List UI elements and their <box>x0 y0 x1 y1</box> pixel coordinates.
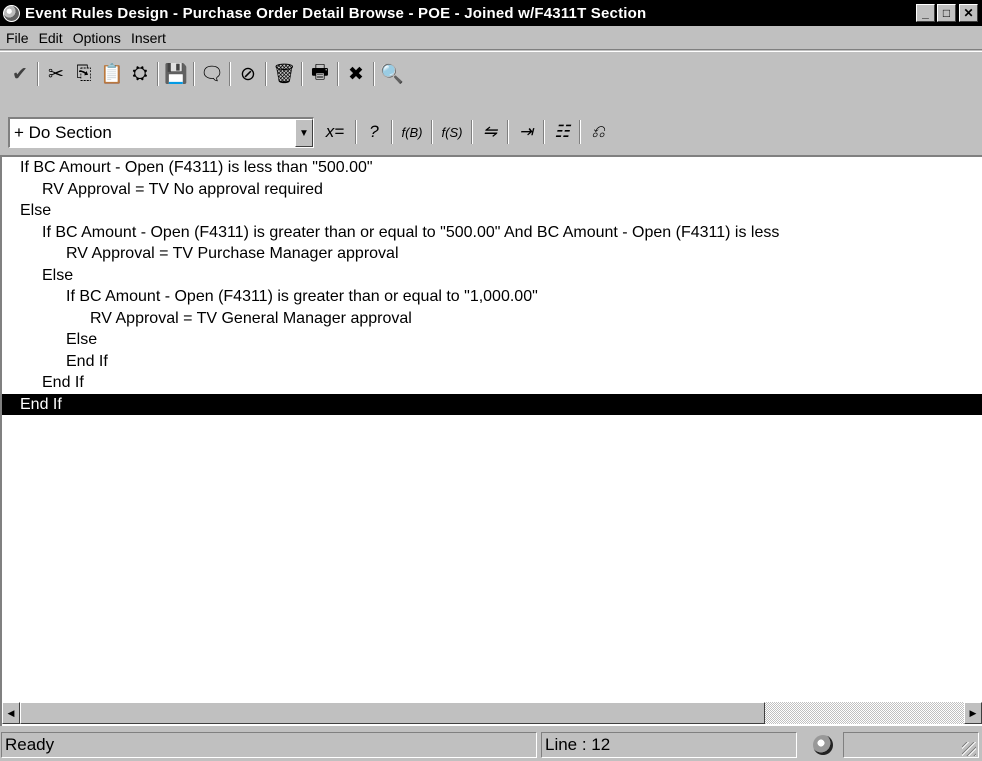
code-line[interactable]: End If <box>2 351 982 373</box>
resize-grip-icon[interactable] <box>962 742 976 756</box>
code-line[interactable]: End If <box>2 372 982 394</box>
toolbar-separator <box>543 120 545 144</box>
window-title: Event Rules Design - Purchase Order Deta… <box>25 4 647 22</box>
app-icon[interactable] <box>3 4 20 22</box>
toolbar-separator <box>301 62 303 86</box>
code-line[interactable]: RV Approval = TV General Manager approva… <box>2 308 982 330</box>
toolbar-row-2: x= ? f(B) f(S) ⇋ ⇥ ☷ ⎌ <box>318 117 612 147</box>
save-icon[interactable]: 💾 <box>162 60 190 88</box>
toolbar-separator <box>229 62 231 86</box>
cut-icon[interactable]: ✂ <box>42 60 70 88</box>
code-line[interactable]: If BC Amount - Open (F4311) is greater t… <box>2 286 982 308</box>
print-preview-icon[interactable]: 🔍 <box>378 60 406 88</box>
code-line[interactable]: If BC Amount - Open (F4311) is greater t… <box>2 222 982 244</box>
title-bar: Event Rules Design - Purchase Order Deta… <box>0 0 982 26</box>
variables-icon[interactable]: ☷ <box>548 118 576 146</box>
code-line[interactable]: RV Approval = TV Purchase Manager approv… <box>2 243 982 265</box>
menu-edit[interactable]: Edit <box>34 30 68 46</box>
maximize-button[interactable]: □ <box>937 4 956 22</box>
chevron-down-icon[interactable]: ▼ <box>295 119 313 147</box>
close-button[interactable]: ✕ <box>959 4 978 22</box>
toolbar-separator <box>193 62 195 86</box>
paste-icon[interactable]: 📋 <box>98 60 126 88</box>
assignment-icon[interactable]: x= <box>318 118 352 146</box>
toolbar-row-1: ✔ ✂ ⎘ 📋 ⛭ 💾 🗨 ⊘ 🗑 🖶 ✖ 🔍 <box>0 54 406 94</box>
toolbar-separator <box>337 62 339 86</box>
code-line[interactable]: Else <box>2 265 982 287</box>
form-interconnect-icon[interactable]: ⇋ <box>476 118 504 146</box>
toolbar-separator <box>373 62 375 86</box>
menu-file[interactable]: File <box>0 30 34 46</box>
code-line[interactable]: Else <box>2 200 982 222</box>
else-icon[interactable]: ⇥ <box>512 118 540 146</box>
scroll-left-icon[interactable]: ◀ <box>2 702 20 724</box>
status-bar: Ready Line : 12 <box>0 729 982 761</box>
toolbar-separator <box>507 120 509 144</box>
checkmark-icon[interactable]: ✔ <box>6 60 34 88</box>
scroll-track[interactable] <box>765 702 964 724</box>
status-pane-empty <box>843 732 979 758</box>
menu-insert[interactable]: Insert <box>126 30 171 46</box>
main-toolbar: ✔ ✂ ⎘ 📋 ⛭ 💾 🗨 ⊘ 🗑 🖶 ✖ 🔍 <box>0 51 982 109</box>
minimize-button[interactable]: _ <box>916 4 935 22</box>
window-controls: _ □ ✕ <box>916 4 978 22</box>
menu-options[interactable]: Options <box>68 30 126 46</box>
section-selector[interactable]: + Do Section ▼ <box>8 117 314 148</box>
globe-icon <box>801 732 841 758</box>
toolbar-separator <box>391 120 393 144</box>
business-function-icon[interactable]: f(B) <box>396 118 428 146</box>
code-line[interactable]: If BC Amourt - Open (F4311) is less than… <box>2 157 982 179</box>
delete-icon[interactable]: 🗑 <box>270 60 298 88</box>
line-indicator: Line : 12 <box>541 732 797 758</box>
toolbar-separator <box>157 62 159 86</box>
toolbar-separator <box>355 120 357 144</box>
system-function-icon[interactable]: f(S) <box>436 118 468 146</box>
section-selector-value: + Do Section <box>14 123 112 142</box>
toolbar-separator <box>471 120 473 144</box>
toolbar-separator <box>265 62 267 86</box>
toolbar-separator <box>37 62 39 86</box>
copy-icon[interactable]: ⎘ <box>70 60 98 88</box>
cancel-icon[interactable]: ✖ <box>342 60 370 88</box>
comment-icon[interactable]: 🗨 <box>198 60 226 88</box>
toolbar-separator <box>431 120 433 144</box>
horizontal-scrollbar[interactable]: ◀ ▶ <box>0 700 982 726</box>
print-icon[interactable]: 🖶 <box>306 60 334 88</box>
if-while-icon[interactable]: ? <box>360 118 388 146</box>
disable-icon[interactable]: ⊘ <box>234 60 262 88</box>
paste-special-icon[interactable]: ⛭ <box>126 60 154 88</box>
scroll-right-icon[interactable]: ▶ <box>964 702 982 724</box>
table-io-icon[interactable]: ⎌ <box>584 118 612 146</box>
code-line[interactable]: Else <box>2 329 982 351</box>
status-text: Ready <box>1 732 537 758</box>
code-line-selected[interactable]: End If <box>2 393 982 415</box>
menu-bar: File Edit Options Insert <box>0 26 982 50</box>
toolbar-separator <box>579 120 581 144</box>
scroll-thumb[interactable] <box>20 702 765 724</box>
code-line[interactable]: RV Approval = TV No approval required <box>2 179 982 201</box>
event-rules-editor[interactable]: If BC Amourt - Open (F4311) is less than… <box>0 155 982 700</box>
